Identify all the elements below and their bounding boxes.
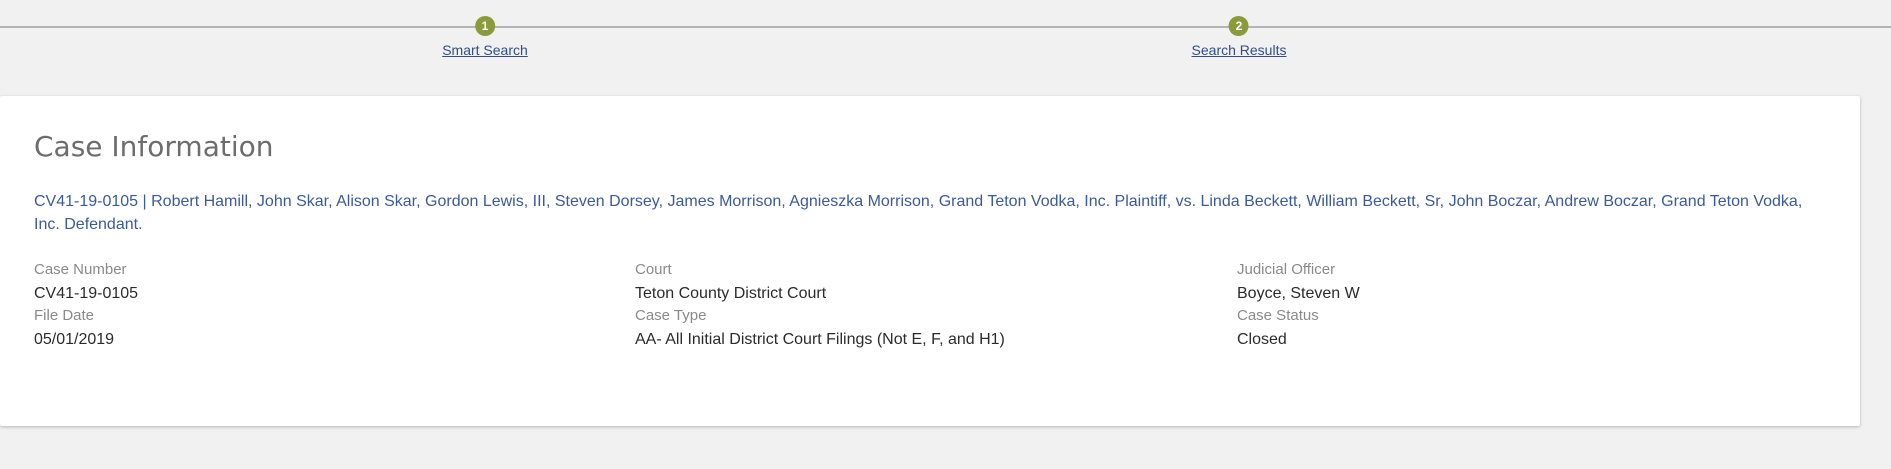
file-date-label: File Date xyxy=(34,307,95,324)
judicial-officer-field: Judicial Officer Boyce, Steven W xyxy=(1237,261,1360,304)
case-type-label: Case Type xyxy=(635,307,707,324)
case-information-card xyxy=(0,96,1860,426)
court-value: Teton County District Court xyxy=(635,285,827,302)
case-number-label: Case Number xyxy=(34,261,127,278)
case-number-value: CV41-19-0105 xyxy=(34,285,139,302)
case-type-value: AA- All Initial District Court Filings (… xyxy=(635,331,1005,348)
page-title: Case Information xyxy=(34,130,274,163)
step-search-results: 2 Search Results xyxy=(1192,16,1287,58)
step-number-badge: 2 xyxy=(1229,16,1249,36)
case-number-field: Case Number CV41-19-0105 xyxy=(34,261,138,304)
court-field: Court Teton County District Court xyxy=(635,261,826,304)
step-smart-search: 1 Smart Search xyxy=(442,16,528,58)
search-results-link[interactable]: Search Results xyxy=(1192,42,1287,58)
smart-search-link[interactable]: Smart Search xyxy=(442,42,528,58)
case-status-field: Case Status Closed xyxy=(1237,307,1319,350)
judicial-officer-value: Boyce, Steven W xyxy=(1237,285,1360,302)
file-date-field: File Date 05/01/2019 xyxy=(34,307,114,350)
case-status-value: Closed xyxy=(1237,331,1287,348)
judicial-officer-label: Judicial Officer xyxy=(1237,261,1336,278)
file-date-value: 05/01/2019 xyxy=(34,331,115,348)
progress-stepper: 1 Smart Search 2 Search Results xyxy=(0,0,1891,80)
case-status-label: Case Status xyxy=(1237,307,1319,324)
case-caption: CV41-19-0105 | Robert Hamill, John Skar,… xyxy=(34,193,1803,233)
step-number-badge: 1 xyxy=(475,16,495,36)
stepper-line xyxy=(0,26,1891,28)
case-type-field: Case Type AA- All Initial District Court… xyxy=(635,307,1005,350)
court-label: Court xyxy=(635,261,672,278)
